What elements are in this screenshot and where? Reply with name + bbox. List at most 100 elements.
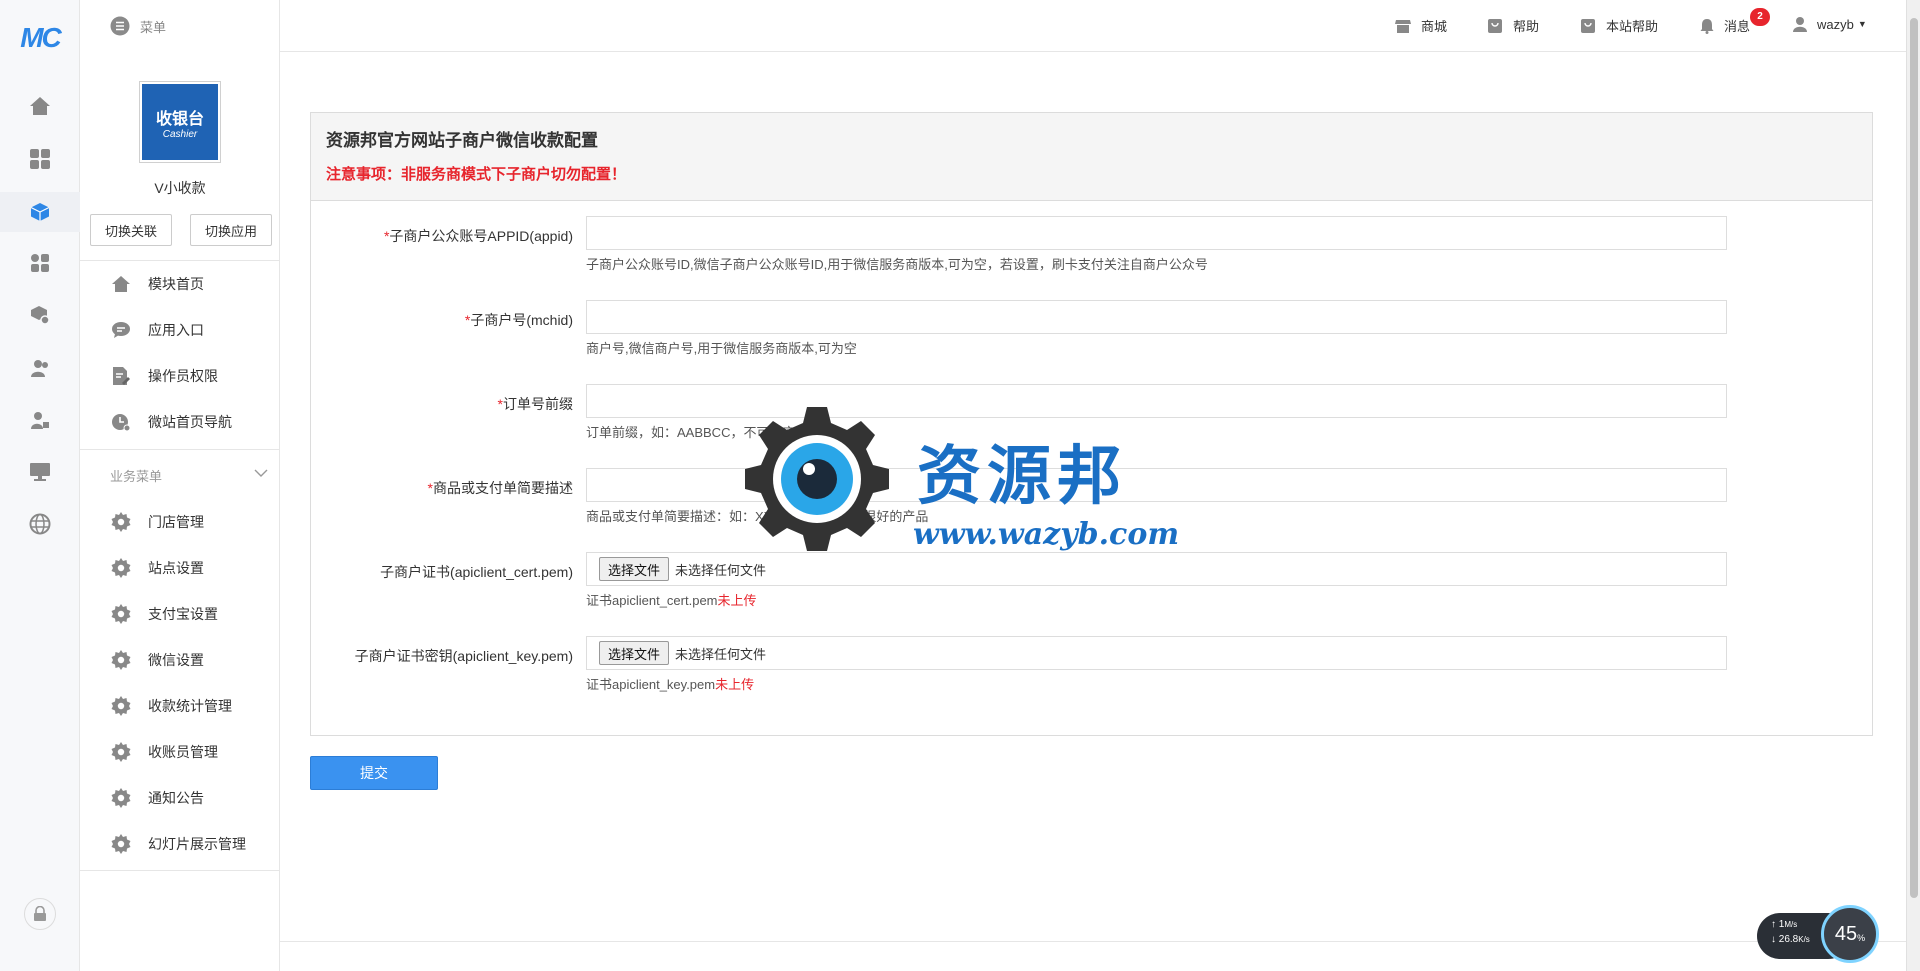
- chevron-down-icon[interactable]: [254, 466, 268, 481]
- sidebar-item-slideshow-management[interactable]: 幻灯片展示管理: [80, 824, 280, 864]
- upload-unit: M/s: [1784, 920, 1798, 929]
- percent-gauge: 45%: [1821, 905, 1879, 963]
- username: wazyb: [1817, 16, 1854, 32]
- description-input[interactable]: [586, 468, 1727, 502]
- field-label: 子商户证书(apiclient_cert.pem): [380, 564, 573, 580]
- gear-icon: [110, 741, 132, 763]
- top-bar: 商城 帮助 本站帮助 消息 2 wazyb ▼: [280, 0, 1906, 52]
- gear-icon: [110, 833, 132, 855]
- field-label: 子商户证书密钥(apiclient_key.pem): [354, 648, 573, 664]
- field-help: 证书apiclient_cert.pem未上传: [586, 590, 757, 609]
- vertical-scrollbar[interactable]: [1906, 0, 1920, 971]
- key-help-text: 证书apiclient_key.pem: [586, 677, 716, 692]
- upload-status: 未上传: [717, 593, 757, 608]
- messages-link[interactable]: 消息: [1700, 16, 1750, 35]
- monitor-icon[interactable]: [24, 456, 56, 488]
- sidebar-item-operator-permissions[interactable]: 操作员权限: [80, 356, 280, 396]
- module-cube-icon[interactable]: [0, 192, 80, 232]
- sidebar-item-cashier-management[interactable]: 收账员管理: [80, 732, 280, 772]
- mall-label: 商城: [1421, 19, 1448, 34]
- app-logo-title: 收银台: [155, 110, 204, 128]
- app-logo: 收银台 Cashier: [140, 82, 220, 162]
- package-settings-icon[interactable]: [24, 299, 56, 331]
- config-panel: 资源邦官方网站子商户微信收款配置 注意事项：非服务商模式下子商户切勿配置！ *子…: [310, 112, 1873, 736]
- icon-rail: MC: [0, 0, 80, 971]
- sidebar-item-microsite-nav[interactable]: 微站首页导航: [80, 402, 280, 442]
- order-prefix-input[interactable]: [586, 384, 1727, 418]
- sidebar-item-module-home[interactable]: 模块首页: [80, 264, 280, 304]
- cert-file-input[interactable]: 选择文件 未选择任何文件: [586, 552, 1727, 586]
- sidebar-item-label: 模块首页: [148, 276, 204, 292]
- app-logo-subtitle: Cashier: [162, 128, 198, 140]
- sidebar-item-wechat-settings[interactable]: 微信设置: [80, 640, 280, 680]
- menu-toggle[interactable]: 菜单: [80, 0, 279, 52]
- field-help: 商户号,微信商户号,用于微信服务商版本,可为空: [586, 341, 857, 356]
- sidebar-item-site-settings[interactable]: 站点设置: [80, 548, 280, 588]
- gear-icon: [110, 557, 132, 579]
- business-menu-label: 业务菜单: [110, 468, 163, 484]
- field-help: 订单前缀，如：AABBCC，不可为空: [586, 425, 796, 440]
- file-status: 未选择任何文件: [675, 646, 767, 662]
- user-icon: [1793, 17, 1807, 32]
- choose-file-button[interactable]: 选择文件: [599, 641, 670, 665]
- switch-link-button[interactable]: 切换关联: [90, 214, 172, 246]
- percent-value: 45: [1834, 922, 1858, 945]
- sidebar-item-label: 门店管理: [148, 514, 204, 530]
- field-label-text: 订单号前缀: [503, 396, 573, 412]
- apps-grid-icon[interactable]: [24, 143, 56, 175]
- store-icon: [1395, 19, 1411, 33]
- submit-button[interactable]: 提交: [310, 756, 438, 790]
- sidebar-item-label: 通知公告: [148, 790, 204, 806]
- sidebar-item-alipay-settings[interactable]: 支付宝设置: [80, 594, 280, 634]
- sidebar-item-app-entry[interactable]: 应用入口: [80, 310, 280, 350]
- mchid-input[interactable]: [586, 300, 1727, 334]
- help-link[interactable]: 帮助: [1487, 16, 1539, 35]
- menu-list-icon: [110, 16, 130, 36]
- widgets-icon[interactable]: [24, 247, 56, 279]
- sidebar-item-label: 微信设置: [148, 652, 204, 668]
- messages-count-badge: 2: [1750, 8, 1770, 26]
- upload-status: 未上传: [715, 677, 755, 692]
- network-speed-widget[interactable]: ↑ 1M/s ↓ 26.8K/s 45%: [1757, 905, 1879, 963]
- field-label: *子商户公众账号APPID(appid): [311, 226, 573, 246]
- gear-icon: [110, 649, 132, 671]
- footer-divider: [280, 941, 1906, 942]
- site-help-bag-icon: [1581, 18, 1595, 33]
- user-menu[interactable]: wazyb ▼: [1793, 16, 1867, 32]
- users-icon[interactable]: [24, 352, 56, 384]
- field-label: *商品或支付单简要描述: [311, 478, 573, 498]
- help-label: 帮助: [1513, 19, 1540, 34]
- panel-warning: 注意事项：非服务商模式下子商户切勿配置！: [326, 166, 627, 183]
- field-label: *订单号前缀: [311, 394, 573, 414]
- switch-app-button[interactable]: 切换应用: [190, 214, 272, 246]
- field-label: *子商户号(mchid): [311, 310, 573, 330]
- brand-logo[interactable]: MC: [0, 22, 80, 54]
- key-file-input[interactable]: 选择文件 未选择任何文件: [586, 636, 1727, 670]
- caret-down-icon: ▼: [1857, 19, 1867, 29]
- appid-input[interactable]: [586, 216, 1727, 250]
- home-icon[interactable]: [24, 90, 56, 122]
- panel-header: 资源邦官方网站子商户微信收款配置 注意事项：非服务商模式下子商户切勿配置！: [311, 113, 1872, 201]
- menu-label: 菜单: [140, 19, 167, 35]
- sidebar-item-announcements[interactable]: 通知公告: [80, 778, 280, 818]
- user-lock-icon[interactable]: [24, 404, 56, 436]
- gear-icon: [110, 787, 132, 809]
- download-unit: K/s: [1798, 935, 1810, 944]
- choose-file-button[interactable]: 选择文件: [599, 557, 670, 581]
- sidebar-item-label: 微站首页导航: [148, 414, 232, 430]
- business-menu-header[interactable]: 业务菜单: [80, 462, 280, 488]
- lock-icon[interactable]: [24, 898, 56, 930]
- gear-icon: [110, 511, 132, 533]
- sidebar-item-label: 站点设置: [148, 560, 204, 576]
- gear-icon: [110, 695, 132, 717]
- sidebar-item-label: 收账员管理: [148, 744, 218, 760]
- mall-link[interactable]: 商城: [1395, 16, 1447, 35]
- sidebar-item-store-management[interactable]: 门店管理: [80, 502, 280, 542]
- percent-unit: %: [1857, 933, 1866, 943]
- globe-icon[interactable]: [24, 508, 56, 540]
- site-help-link[interactable]: 本站帮助: [1580, 16, 1658, 35]
- sidebar-item-payment-stats[interactable]: 收款统计管理: [80, 686, 280, 726]
- scrollbar-thumb[interactable]: [1910, 18, 1918, 898]
- module-sidebar: 菜单 收银台 Cashier V小收款 切换关联 切换应用 模块首页 应用入口 …: [80, 0, 280, 971]
- field-label-text: 商品或支付单简要描述: [433, 480, 573, 496]
